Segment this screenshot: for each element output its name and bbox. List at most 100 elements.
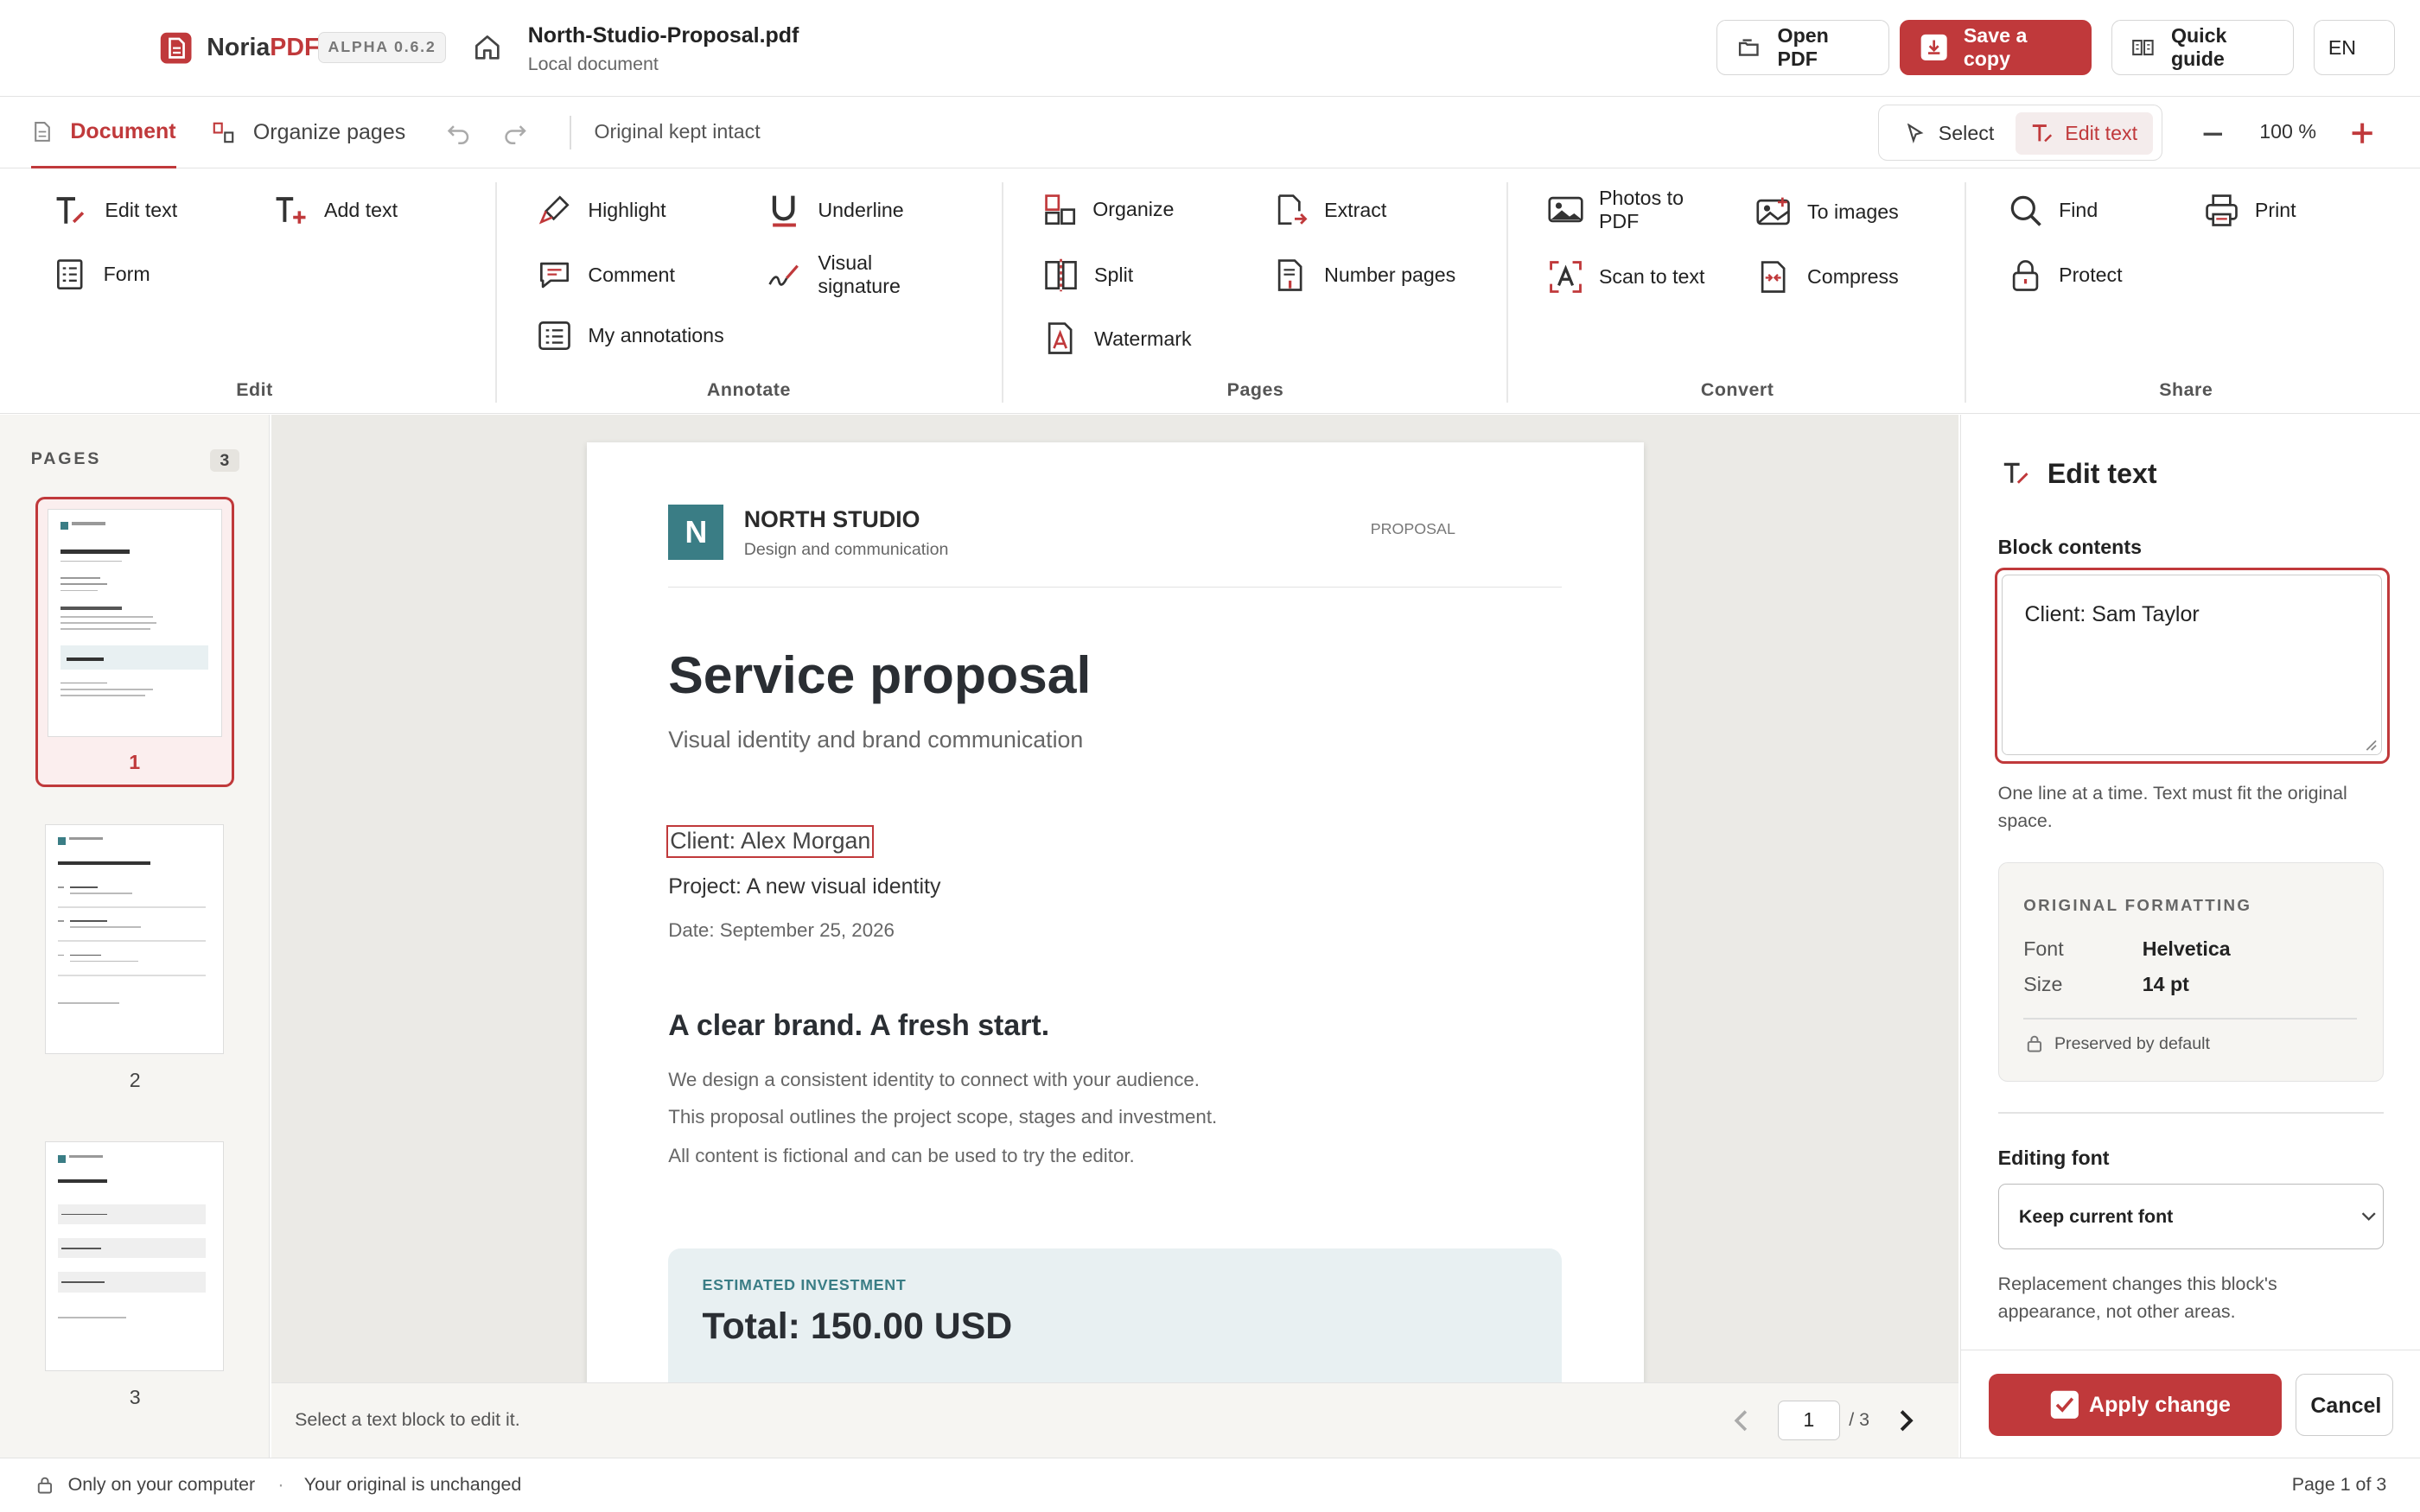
page-number: 2 — [129, 1069, 141, 1092]
lock-icon — [2027, 1036, 2041, 1053]
apply-change-button[interactable]: Apply change — [1988, 1374, 2283, 1436]
divider — [1506, 181, 1508, 403]
group-label-pages: Pages — [1226, 379, 1284, 401]
section-heading[interactable]: A clear brand. A fresh start. — [668, 1009, 1049, 1043]
ribbon-to-images-button[interactable]: To images — [1756, 194, 1899, 230]
page-indicator: Page 1 of 3 — [2291, 1474, 2387, 1496]
font-value: Helvetica — [2142, 937, 2231, 960]
ribbon-extract-button[interactable]: Extract — [1273, 193, 1386, 228]
tab-document[interactable]: Document — [30, 97, 176, 168]
original-formatting-card: ORIGINAL FORMATTING Font Helvetica Size … — [1997, 862, 2385, 1082]
panel-action-bar: Apply change Cancel — [1960, 1350, 2420, 1458]
text-edit-icon — [57, 197, 85, 224]
ribbon-print-button[interactable]: Print — [2204, 193, 2296, 228]
cancel-button[interactable]: Cancel — [2296, 1374, 2393, 1436]
date-line[interactable]: Date: September 25, 2026 — [668, 919, 895, 942]
document-canvas[interactable]: N NORTH STUDIO Design and communication … — [271, 415, 1959, 1382]
investment-label: ESTIMATED INVESTMENT — [702, 1275, 907, 1293]
project-line[interactable]: Project: A new visual identity — [668, 874, 940, 899]
divider — [1997, 1112, 2385, 1115]
cursor-icon — [1907, 123, 1924, 143]
ribbon-watermark-button[interactable]: Watermark — [1043, 321, 1192, 356]
canvas-footer: Select a text block to edit it. 1 / 3 — [271, 1382, 1959, 1458]
privacy-status: Only on your computer — [67, 1474, 256, 1496]
chevron-down-icon — [2362, 1212, 2377, 1222]
selected-text-block[interactable]: Client: Alex Morgan — [666, 825, 875, 858]
ribbon-number-pages-button[interactable]: Number pages — [1273, 257, 1455, 293]
ribbon-find-button[interactable]: Find — [2008, 193, 2098, 228]
ribbon-protect-button[interactable]: Protect — [2008, 257, 2123, 293]
investment-total[interactable]: Total: 150.00 USD — [702, 1306, 1012, 1348]
chevron-left-icon[interactable] — [1730, 1408, 1752, 1433]
zoom-level: 100 % — [2259, 120, 2317, 143]
home-icon[interactable] — [472, 32, 503, 63]
original-kept-label: Original kept intact — [594, 120, 761, 143]
paragraph-line-2[interactable]: This proposal outlines the project scope… — [668, 1106, 1217, 1128]
edit-text-mode-button[interactable]: Edit text — [2016, 112, 2153, 155]
tab-organize-pages[interactable]: Organize pages — [213, 97, 405, 168]
chevron-right-icon[interactable] — [1895, 1408, 1917, 1433]
zoom-in-icon[interactable] — [2349, 120, 2375, 146]
ribbon-scan-to-text-button[interactable]: Scan to text — [1548, 259, 1704, 295]
compress-icon — [1761, 261, 1786, 293]
list-icon — [538, 321, 571, 350]
document-location: Local document — [527, 54, 659, 75]
resize-handle-icon[interactable] — [2362, 736, 2378, 752]
ribbon-my-annotations-button[interactable]: My annotations — [537, 318, 727, 353]
ribbon-form-button[interactable]: Form — [54, 257, 150, 291]
group-label-edit: Edit — [236, 379, 273, 401]
ribbon-edit-text-button[interactable]: Edit text — [54, 193, 177, 228]
size-value: 14 pt — [2142, 972, 2189, 995]
block-contents-input[interactable]: Client: Sam Taylor — [2024, 602, 2199, 627]
zoom-out-icon[interactable] — [2200, 122, 2226, 147]
group-label-annotate: Annotate — [706, 379, 791, 401]
page-thumbnail-1[interactable]: 1 — [35, 496, 235, 787]
undo-icon[interactable] — [446, 120, 471, 145]
status-bar: Only on your computer · Your original is… — [0, 1458, 2420, 1512]
investment-box: ESTIMATED INVESTMENT Total: 150.00 USD — [668, 1248, 1563, 1382]
ribbon-split-button[interactable]: Split — [1043, 257, 1133, 293]
pages-heading: PAGES — [30, 448, 102, 468]
ribbon-highlight-button[interactable]: Highlight — [537, 193, 666, 228]
ribbon-add-text-button[interactable]: Add text — [273, 193, 398, 228]
ribbon-photos-to-pdf-button[interactable]: Photos to PDF — [1548, 187, 1723, 233]
font-select-value: Keep current font — [2018, 1205, 2174, 1227]
thumbnail-image — [44, 823, 224, 1054]
page-thumbnail-3[interactable]: 3 — [35, 1133, 234, 1410]
page-total: / 3 — [1849, 1409, 1870, 1431]
redo-icon[interactable] — [503, 120, 528, 145]
language-select[interactable]: EN — [2313, 20, 2396, 76]
paragraph-line-3[interactable]: All content is fictional and can be used… — [668, 1145, 1135, 1167]
page-number: 3 — [129, 1385, 141, 1408]
image-icon — [1756, 197, 1790, 226]
form-icon — [57, 259, 83, 290]
editing-font-select[interactable]: Keep current font — [1997, 1183, 2385, 1250]
ribbon-underline-button[interactable]: Underline — [767, 193, 904, 228]
group-label-share: Share — [2159, 379, 2213, 401]
open-folder-icon — [1739, 39, 1759, 57]
photo-icon — [1548, 197, 1583, 223]
ribbon-visual-signature-button[interactable]: Visual signature — [767, 251, 941, 298]
signature-icon — [768, 264, 799, 287]
page-thumbnail-2[interactable]: 2 — [35, 815, 234, 1092]
comment-icon — [540, 263, 570, 289]
ribbon-comment-button[interactable]: Comment — [537, 257, 675, 293]
open-pdf-button[interactable]: Open PDF — [1716, 20, 1889, 76]
select-mode-button[interactable]: Select — [1890, 112, 2009, 154]
paragraph-line-1[interactable]: We design a consistent identity to conne… — [668, 1069, 1200, 1091]
split-icon — [1045, 258, 1077, 292]
pdf-logo-icon — [160, 32, 192, 64]
page-number-input[interactable]: 1 — [1778, 1400, 1840, 1441]
quick-guide-button[interactable]: Quick guide — [2111, 20, 2294, 76]
ribbon-organize-button[interactable]: Organize — [1043, 193, 1174, 226]
pages-count-badge: 3 — [209, 448, 239, 473]
thumbnail-image — [47, 508, 222, 737]
divider — [2023, 1017, 2357, 1020]
studio-name: NORTH STUDIO — [743, 505, 920, 532]
download-icon — [1920, 35, 1947, 61]
ribbon-compress-button[interactable]: Compress — [1756, 259, 1899, 295]
size-key: Size — [2023, 972, 2063, 995]
save-copy-button[interactable]: Save a copy — [1900, 20, 2092, 76]
search-icon — [2010, 195, 2041, 226]
app-logo[interactable]: NoriaPDF — [159, 31, 319, 65]
